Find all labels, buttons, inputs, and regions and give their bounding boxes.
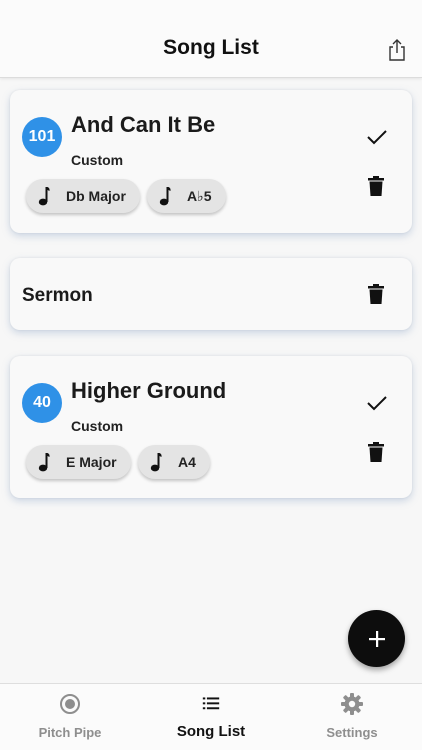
song-number-badge: 101 <box>22 117 62 157</box>
music-note-icon <box>38 453 50 472</box>
song-card[interactable]: 101 And Can It Be Custom Db Major A♭5 <box>10 90 412 233</box>
trash-icon[interactable] <box>368 442 384 462</box>
key-chip[interactable]: E Major <box>26 445 131 479</box>
song-number-badge: 40 <box>22 383 62 423</box>
page-title: Song List <box>163 36 259 59</box>
checkmark-icon[interactable] <box>366 394 388 412</box>
gear-icon <box>341 693 363 715</box>
song-title: Higher Ground <box>71 378 227 403</box>
trash-icon[interactable] <box>368 284 384 304</box>
key-chip-label: Db Major <box>66 188 126 204</box>
checkmark-icon[interactable] <box>366 128 388 146</box>
music-note-icon <box>38 187 50 206</box>
key-chip-label: E Major <box>66 454 117 470</box>
plus-icon <box>368 630 385 647</box>
tab-settings[interactable]: Settings <box>282 684 422 750</box>
song-title: Sermon <box>22 285 93 306</box>
pitch-chip-label: A♭5 <box>187 187 212 204</box>
add-song-button[interactable] <box>348 610 405 667</box>
song-title: And Can It Be <box>71 112 216 137</box>
tab-label: Pitch Pipe <box>38 725 102 740</box>
tab-song-list[interactable]: Song List <box>141 684 281 750</box>
trash-icon[interactable] <box>368 176 384 196</box>
song-subtitle: Custom <box>71 418 124 434</box>
song-card[interactable]: Sermon <box>10 258 412 330</box>
pitch-chip[interactable]: A4 <box>138 445 210 479</box>
tab-label: Settings <box>326 725 378 740</box>
list-icon <box>202 697 220 710</box>
share-icon[interactable] <box>386 38 408 62</box>
music-note-icon <box>159 187 171 206</box>
navigation-bar: Song List <box>0 0 422 78</box>
music-note-icon <box>150 453 162 472</box>
song-card[interactable]: 40 Higher Ground Custom E Major A4 <box>10 356 412 498</box>
tab-label: Song List <box>176 723 246 740</box>
key-chip[interactable]: Db Major <box>26 179 140 213</box>
pitch-chip[interactable]: A♭5 <box>147 179 226 213</box>
pitch-chip-label: A4 <box>178 454 196 470</box>
song-subtitle: Custom <box>71 152 124 168</box>
radio-button-icon <box>60 694 80 714</box>
tab-pitch-pipe[interactable]: Pitch Pipe <box>0 684 140 750</box>
tab-bar: Pitch Pipe Song List Settings <box>0 683 422 750</box>
